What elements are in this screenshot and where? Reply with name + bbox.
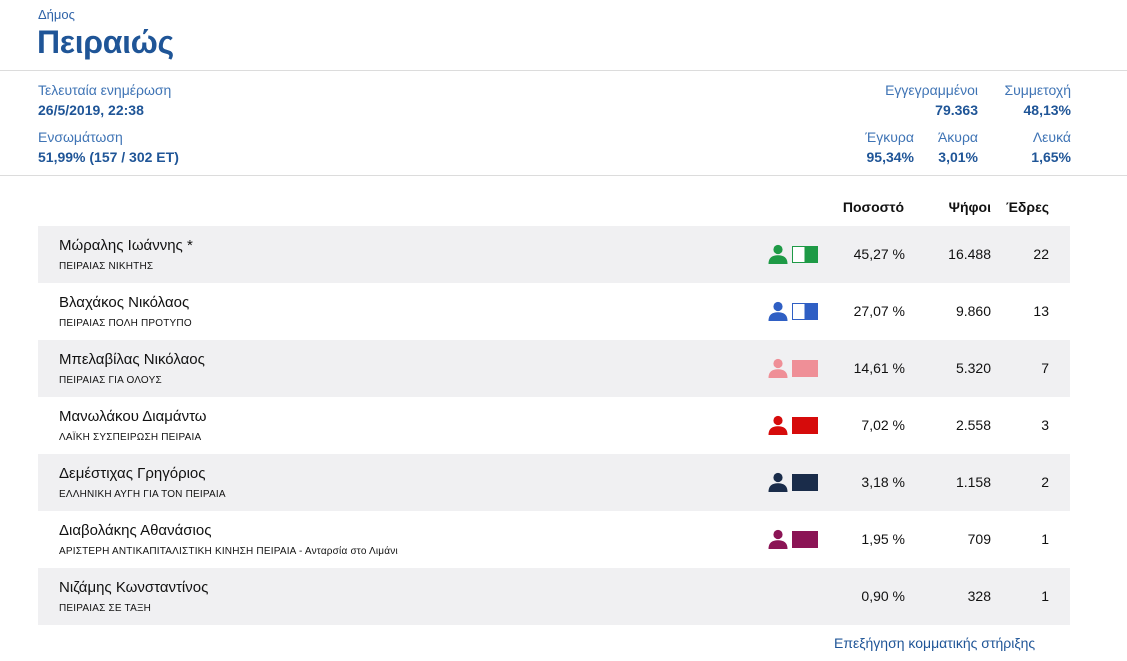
votes-cell: 328 (967, 588, 991, 604)
seats-cell: 13 (1033, 303, 1049, 319)
blank-value: 1,65% (1031, 149, 1071, 165)
table-row[interactable]: Μανωλάκου Διαμάντω ΛΑΪΚΗ ΣΥΣΠΕΙΡΩΣΗ ΠΕΙΡ… (38, 397, 1070, 454)
municipality-label: Δήμος (38, 7, 75, 22)
table-row[interactable]: Μώραλης Ιωάννης * ΠΕΙΡΑΙΑΣ ΝΙΚΗΤΗΣ 45,27… (38, 226, 1070, 283)
candidate-name: Μπελαβίλας Νικόλαος (59, 351, 205, 368)
column-header-seats: Έδρες (1005, 199, 1049, 215)
party-icons (767, 529, 819, 549)
votes-cell: 2.558 (955, 417, 991, 433)
table-row[interactable]: Βλαχάκος Νικόλαος ΠΕΙΡΑΙΑΣ ΠΟΛΗ ΠΡΟΤΥΠΟ … (38, 283, 1070, 340)
party-flag-icon (792, 303, 818, 320)
party-name: ΠΕΙΡΑΙΑΣ ΓΙΑ ΟΛΟΥΣ (59, 375, 162, 386)
integration-value: 51,99% (157 / 302 ΕΤ) (38, 149, 179, 165)
party-icons (767, 586, 819, 606)
integration-label: Ενσωμάτωση (38, 129, 123, 145)
votes-cell: 709 (967, 531, 991, 547)
table-row[interactable]: Μπελαβίλας Νικόλαος ΠΕΙΡΑΙΑΣ ΓΙΑ ΟΛΟΥΣ 1… (38, 340, 1070, 397)
column-header-percent: Ποσοστό (842, 199, 904, 215)
person-icon (768, 415, 788, 435)
party-name: ΠΕΙΡΑΙΑΣ ΝΙΚΗΤΗΣ (59, 261, 154, 272)
candidate-name: Διαβολάκης Αθανάσιος (59, 522, 212, 539)
invalid-value: 3,01% (938, 149, 978, 165)
percent-cell: 3,18 % (861, 474, 905, 490)
party-flag-icon (792, 360, 818, 377)
percent-cell: 7,02 % (861, 417, 905, 433)
results-table: Μώραλης Ιωάννης * ΠΕΙΡΑΙΑΣ ΝΙΚΗΤΗΣ 45,27… (38, 226, 1070, 625)
party-flag-icon (792, 531, 818, 548)
party-flag-icon (792, 246, 818, 263)
candidate-name: Βλαχάκος Νικόλαος (59, 294, 190, 311)
candidate-name: Μανωλάκου Διαμάντω (59, 408, 207, 425)
party-support-link[interactable]: Επεξήγηση κομματικής στήριξης (834, 635, 1035, 651)
percent-cell: 0,90 % (861, 588, 905, 604)
percent-cell: 14,61 % (853, 360, 905, 376)
party-icons (767, 472, 819, 492)
valid-value: 95,34% (866, 149, 914, 165)
registered-value: 79.363 (935, 102, 978, 118)
divider (0, 175, 1127, 176)
candidate-name: Νιζάμης Κωνσταντίνος (59, 579, 209, 596)
person-icon (768, 358, 788, 378)
party-flag-icon (792, 417, 818, 434)
seats-cell: 2 (1041, 474, 1049, 490)
percent-cell: 45,27 % (853, 246, 905, 262)
votes-cell: 9.860 (955, 303, 991, 319)
votes-cell: 5.320 (955, 360, 991, 376)
votes-cell: 16.488 (948, 246, 991, 262)
turnout-value: 48,13% (1023, 102, 1071, 118)
seats-cell: 1 (1041, 588, 1049, 604)
seats-cell: 1 (1041, 531, 1049, 547)
table-row[interactable]: Διαβολάκης Αθανάσιος ΑΡΙΣΤΕΡΗ ΑΝΤΙΚΑΠΙΤΑ… (38, 511, 1070, 568)
person-icon (768, 301, 788, 321)
table-row[interactable]: Νιζάμης Κωνσταντίνος ΠΕΙΡΑΙΑΣ ΣΕ ΤΑΞΗ 0,… (38, 568, 1070, 625)
seats-cell: 7 (1041, 360, 1049, 376)
column-header-votes: Ψήφοι (948, 199, 991, 215)
candidate-name: Δεμέστιχας Γρηγόριος (59, 465, 206, 482)
valid-label: Έγκυρα (865, 129, 914, 145)
person-icon (768, 529, 788, 549)
party-icons (767, 358, 819, 378)
percent-cell: 27,07 % (853, 303, 905, 319)
divider (0, 70, 1127, 71)
votes-cell: 1.158 (955, 474, 991, 490)
person-icon (768, 472, 788, 492)
municipality-name: Πειραιώς (37, 24, 174, 60)
party-name: ΠΕΙΡΑΙΑΣ ΠΟΛΗ ΠΡΟΤΥΠΟ (59, 318, 192, 329)
percent-cell: 1,95 % (861, 531, 905, 547)
registered-label: Εγγεγραμμένοι (885, 82, 978, 98)
invalid-label: Άκυρα (937, 129, 978, 145)
candidate-name: Μώραλης Ιωάννης * (59, 237, 193, 254)
party-icons (767, 244, 819, 264)
seats-cell: 22 (1033, 246, 1049, 262)
party-name: ΑΡΙΣΤΕΡΗ ΑΝΤΙΚΑΠΙΤΑΛΙΣΤΙΚΗ ΚΙΝΗΣΗ ΠΕΙΡΑΙ… (59, 546, 398, 557)
last-update-label: Τελευταία ενημέρωση (38, 82, 172, 98)
party-name: ΕΛΛΗΝΙΚΗ ΑΥΓΗ ΓΙΑ ΤΟΝ ΠΕΙΡΑΙΑ (59, 489, 226, 500)
party-name: ΛΑΪΚΗ ΣΥΣΠΕΙΡΩΣΗ ΠΕΙΡΑΙΑ (59, 432, 202, 443)
seats-cell: 3 (1041, 417, 1049, 433)
party-icons (767, 301, 819, 321)
party-name: ΠΕΙΡΑΙΑΣ ΣΕ ΤΑΞΗ (59, 603, 152, 614)
last-update-value: 26/5/2019, 22:38 (38, 102, 144, 118)
table-row[interactable]: Δεμέστιχας Γρηγόριος ΕΛΛΗΝΙΚΗ ΑΥΓΗ ΓΙΑ Τ… (38, 454, 1070, 511)
person-icon (768, 244, 788, 264)
party-icons (767, 415, 819, 435)
party-flag-icon (792, 474, 818, 491)
blank-label: Λευκά (1032, 129, 1071, 145)
turnout-label: Συμμετοχή (1004, 82, 1071, 98)
